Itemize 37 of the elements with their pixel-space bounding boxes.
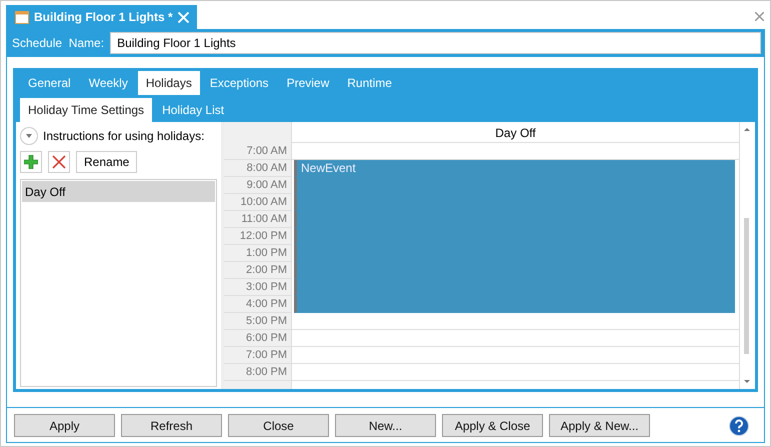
footer-button[interactable]: New... <box>335 414 436 437</box>
tab[interactable]: Holidays <box>138 71 200 95</box>
footer-button[interactable]: Apply & New... <box>549 414 650 437</box>
time-label: 9:00 AM <box>224 177 291 194</box>
add-button[interactable] <box>20 151 42 173</box>
close-icon[interactable] <box>755 12 764 21</box>
footer-button[interactable]: Apply & Close <box>442 414 543 437</box>
subtab[interactable]: Holiday Time Settings <box>20 98 152 122</box>
time-label: 1:00 PM <box>224 245 291 262</box>
help-icon[interactable] <box>729 416 749 436</box>
time-label: 6:00 PM <box>224 330 291 347</box>
column-header: Day Off <box>292 122 739 143</box>
footer-button[interactable]: Refresh <box>121 414 222 437</box>
holiday-item[interactable]: Day Off <box>22 181 215 202</box>
time-label: 3:00 PM <box>224 279 291 296</box>
time-label: 8:00 AM <box>224 160 291 177</box>
time-label: 7:00 PM <box>224 347 291 364</box>
caret-icon <box>26 134 32 138</box>
footer-button[interactable]: Apply <box>14 414 115 437</box>
calendar-icon <box>15 10 29 24</box>
expand-button[interactable] <box>20 127 38 145</box>
schedule-name-field[interactable]: Building Floor 1 Lights <box>110 32 761 54</box>
time-label: 12:00 PM <box>224 228 291 245</box>
footer-button[interactable]: Close <box>228 414 329 437</box>
time-label: 8:00 PM <box>224 364 291 381</box>
time-label: 4:00 PM <box>224 296 291 313</box>
delete-button[interactable] <box>48 151 70 173</box>
document-title: Building Floor 1 Lights * <box>34 10 173 24</box>
instructions-label: Instructions for using holidays: <box>43 129 204 143</box>
time-label: 11:00 AM <box>224 211 291 228</box>
event-block[interactable] <box>294 296 735 313</box>
rename-button[interactable]: Rename <box>76 151 138 173</box>
time-label: 7:00 AM <box>224 143 291 160</box>
schedule-name-label: Schedule Name: <box>12 36 104 50</box>
time-label: 2:00 PM <box>224 262 291 279</box>
time-label: 5:00 PM <box>224 313 291 330</box>
time-label: 10:00 AM <box>224 194 291 211</box>
